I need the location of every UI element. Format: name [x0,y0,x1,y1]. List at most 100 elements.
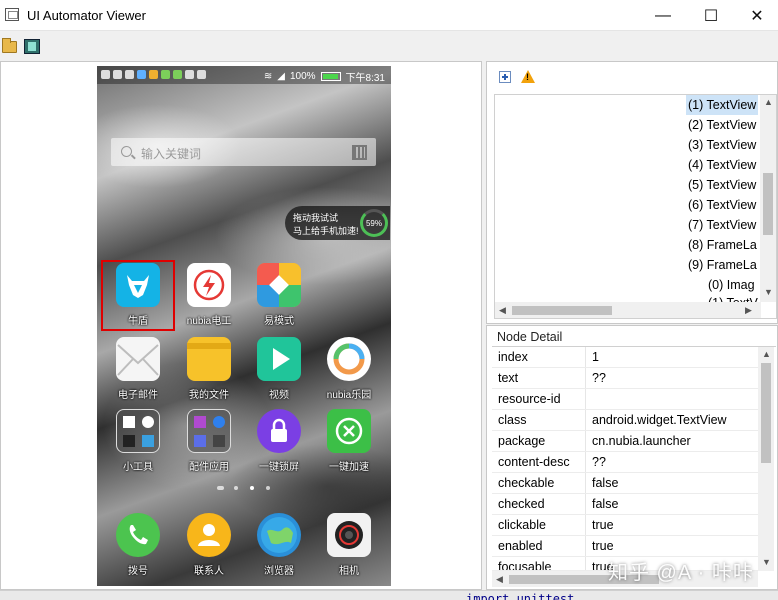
device-screenshot-icon[interactable] [24,39,40,54]
app-folder-tools[interactable]: 小工具 [103,409,173,479]
scroll-up-arrow[interactable]: ▲ [764,97,773,107]
table-row[interactable]: clickable true [492,515,758,536]
tree-node[interactable]: (6) TextView [688,195,756,215]
scroll-thumb[interactable] [763,173,773,235]
app-nubia-park[interactable]: nubia乐园 [314,337,384,407]
lock-icon [257,409,301,453]
open-folder-icon[interactable] [2,38,17,53]
app-my-files[interactable]: 我的文件 [174,337,244,407]
table-row[interactable]: content-desc?? [492,452,758,473]
property-value[interactable]: ?? [592,452,606,472]
scroll-up-arrow[interactable]: ▲ [762,349,771,359]
dock-camera[interactable]: 相机 [314,513,384,583]
table-row[interactable]: enabled true [492,536,758,557]
scroll-down-arrow[interactable]: ▼ [764,287,773,297]
battery-percent: 100% [289,71,316,82]
hierarchy-tree[interactable]: (1) TextView (2) TextView (3) TextView (… [494,94,777,319]
property-value[interactable]: ?? [592,368,606,388]
property-value[interactable]: android.widget.TextView [592,410,727,430]
tree-node[interactable]: (8) FrameLa [688,235,757,255]
detail-vertical-scrollbar[interactable]: ▲ ▼ [758,347,774,571]
app-one-key-speedup[interactable]: 一键加速 [314,409,384,479]
dock-dialer[interactable]: 拨号 [103,513,173,583]
status-right: ≋ ◢ 100% 下午8:31 [264,69,385,84]
notification-icons [101,70,241,80]
device-status-bar: ≋ ◢ 100% 下午8:31 [97,66,391,84]
search-icon [121,146,132,157]
scroll-thumb[interactable] [761,363,771,463]
notification-icon [125,70,134,79]
device-search-bar[interactable]: 输入关键词 [111,138,376,166]
app-label: 一键锁屏 [259,462,299,473]
tree-node[interactable]: (1) TextView [686,95,759,115]
app-label: nubia电工 [186,316,232,327]
app-video[interactable]: 视频 [244,337,314,407]
property-key: clickable [498,515,586,535]
tree-horizontal-scrollbar[interactable]: ◀ ▶ [495,302,761,318]
background-code-line: import unittest [466,592,575,600]
maximize-button[interactable]: ☐ [688,0,734,31]
table-row[interactable]: text?? [492,368,758,389]
property-value[interactable]: false [592,473,618,493]
table-row[interactable]: class android.widget.TextView [492,410,758,431]
boost-line1: 拖动我试试 [293,213,339,223]
watermark: 知乎 @A · 咔咔 [608,562,754,584]
tree-vertical-scrollbar[interactable]: ▲ ▼ [760,95,776,302]
app-label: 浏览器 [264,566,294,577]
app-window-icon [5,8,19,21]
property-value[interactable]: cn.nubia.launcher [592,431,691,451]
warning-icon[interactable] [521,70,535,83]
phone-icon [116,513,160,557]
tree-node[interactable]: (4) TextView [688,155,756,175]
app-folder-accessories[interactable]: 配件应用 [174,409,244,479]
tree-node[interactable]: (3) TextView [688,135,756,155]
notification-icon [161,70,170,79]
tree-node[interactable]: (0) Imag [708,275,755,295]
notification-icon [197,70,206,79]
app-label: 小工具 [123,462,153,473]
boost-widget[interactable]: 拖动我试试 马上给手机加速! 59% [285,206,390,240]
table-row[interactable]: checkable false [492,473,758,494]
app-label: nubia乐园 [326,390,372,401]
table-row[interactable]: index 1 [492,347,758,368]
status-time: 下午8:31 [345,73,385,84]
tree-node[interactable]: (7) TextView [688,215,756,235]
scroll-left-arrow[interactable]: ◀ [499,305,506,316]
device-screenshot[interactable]: ≋ ◢ 100% 下午8:31 输入关键词 拖动我试试 马上给手机加速! 59%… [97,66,391,586]
expand-all-icon[interactable] [499,71,511,83]
page-dot [266,486,270,490]
property-key: index [498,347,586,367]
page-dot-active [250,486,254,490]
lightning-icon [187,263,231,307]
tree-node[interactable]: (9) FrameLa [688,255,757,275]
property-key: text [498,368,586,388]
node-detail-panel: Node Detail index 1 text?? resource-id cl… [486,325,778,590]
scroll-thumb[interactable] [512,306,612,315]
table-row[interactable]: package cn.nubia.launcher [492,431,758,452]
app-nubia-electric[interactable]: nubia电工 [174,263,244,333]
property-value[interactable]: false [592,494,618,514]
table-row[interactable]: checked false [492,494,758,515]
app-label: 联系人 [194,566,224,577]
scroll-right-arrow[interactable]: ▶ [745,305,752,316]
qr-code-icon[interactable] [352,145,367,160]
tree-node[interactable]: (5) TextView [688,175,756,195]
scroll-left-arrow[interactable]: ◀ [496,574,503,585]
dock-contacts[interactable]: 联系人 [174,513,244,583]
scroll-down-arrow[interactable]: ▼ [762,557,771,567]
app-one-key-lock[interactable]: 一键锁屏 [244,409,314,479]
property-value[interactable]: 1 [592,347,599,367]
dock-browser[interactable]: 浏览器 [244,513,314,583]
contact-icon [187,513,231,557]
minimize-button[interactable]: — [640,0,686,31]
property-value[interactable]: true [592,515,614,535]
close-button[interactable]: ✕ [734,0,778,31]
table-row[interactable]: resource-id [492,389,758,410]
app-label: 拨号 [128,566,148,577]
mail-icon [116,337,160,381]
tree-node[interactable]: (2) TextView [688,115,756,135]
property-key: class [498,410,586,430]
app-email[interactable]: 电子邮件 [103,337,173,407]
app-easy-mode[interactable]: 易模式 [244,263,314,333]
property-value[interactable]: true [592,536,614,556]
